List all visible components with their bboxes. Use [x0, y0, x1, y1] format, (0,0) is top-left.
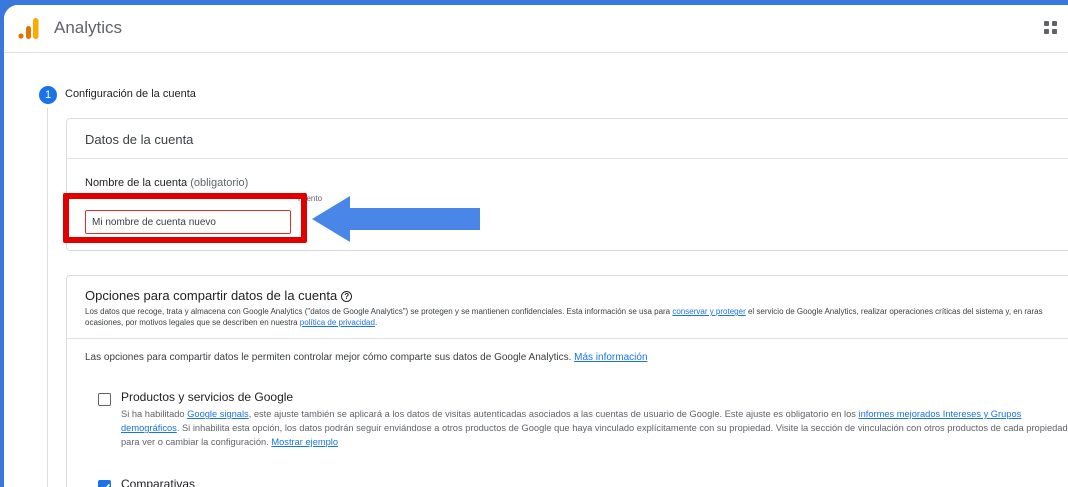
top-bar: Analytics: [4, 5, 1068, 53]
step-title: Configuración de la cuenta: [65, 88, 196, 100]
desc-text-3: .: [374, 318, 378, 327]
google-signals-link[interactable]: Google signals: [187, 409, 249, 419]
opt1-text-1: Si ha habilitado: [121, 409, 188, 419]
more-info-link[interactable]: Más información: [574, 352, 647, 363]
google-products-option-title: Productos y servicios de Google: [121, 390, 294, 404]
data-sharing-title-text: Opciones para compartir datos de la cuen…: [85, 288, 338, 303]
benchmarking-checkbox[interactable]: [98, 480, 111, 487]
opt1-text-3: . Si inhabilita esta opción, los datos p…: [121, 423, 1068, 447]
opt1-text-2: , este ajuste también se aplicará a los …: [248, 409, 859, 419]
account-name-hint: miento: [85, 194, 322, 204]
show-example-link[interactable]: Mostrar ejemplo: [271, 437, 338, 447]
checkmark-icon: [102, 483, 111, 487]
data-sharing-description: Los datos que recoge, trata y almacena c…: [85, 306, 1068, 328]
card-divider: [67, 338, 1068, 339]
benchmarking-option-title: Comparativas: [121, 477, 196, 487]
account-details-card: Datos de la cuenta Nombre de la cuenta (…: [66, 118, 1068, 251]
data-sharing-card: Opciones para compartir datos de la cuen…: [66, 275, 1068, 487]
account-card-title: Datos de la cuenta: [67, 119, 1068, 159]
step-number-badge: 1: [39, 86, 57, 104]
sharing-intro-text: Las opciones para compartir datos le per…: [85, 352, 575, 363]
desc-text-1: Los datos que recoge, trata y almacena c…: [85, 307, 673, 316]
required-tag: (obligatorio): [190, 177, 249, 189]
analytics-logo-icon: [18, 18, 39, 39]
sharing-intro: Las opciones para compartir datos le per…: [85, 352, 648, 363]
app-title: Analytics: [54, 18, 123, 37]
google-products-option-description: Si ha habilitado Google signals, este aj…: [121, 407, 1068, 449]
account-name-label-text: Nombre de la cuenta: [85, 177, 188, 189]
conservar-proteger-link[interactable]: conservar y proteger: [672, 307, 745, 316]
apps-grid-icon[interactable]: [1044, 21, 1058, 35]
browser-window: Analytics 1 Configuración de la cuenta D…: [4, 5, 1068, 487]
account-name-label: Nombre de la cuenta (obligatorio): [85, 177, 248, 189]
data-sharing-title: Opciones para compartir datos de la cuen…: [85, 288, 353, 303]
google-products-checkbox[interactable]: [98, 393, 111, 406]
pointer-arrow-icon: [312, 196, 480, 242]
privacy-policy-link[interactable]: política de privacidad: [300, 318, 375, 327]
account-name-input[interactable]: [85, 210, 291, 234]
help-icon[interactable]: ?: [341, 291, 353, 302]
step-connector-line: [47, 108, 48, 487]
